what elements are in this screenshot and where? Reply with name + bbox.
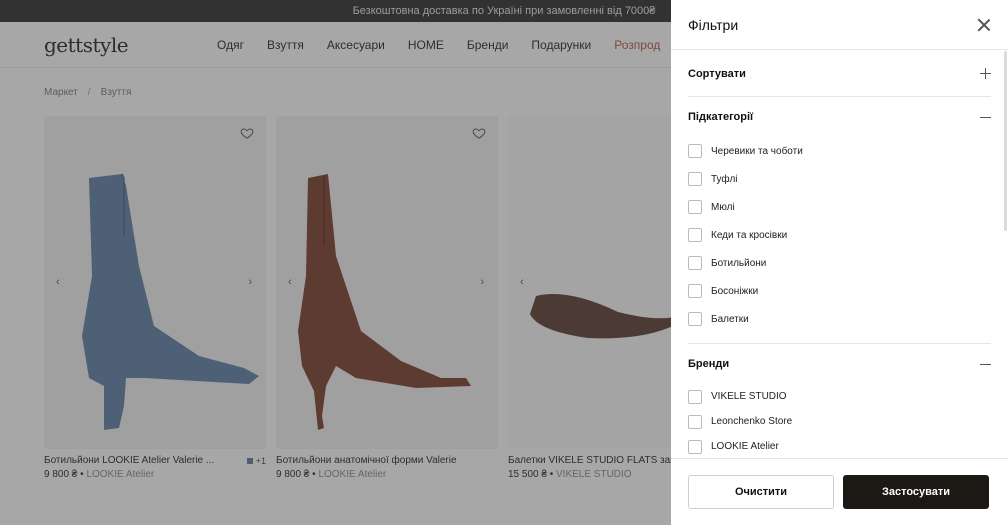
subcategory-option[interactable]: Мюлі xyxy=(688,193,991,221)
checkbox[interactable] xyxy=(688,414,702,429)
brands-toggle[interactable]: Бренди xyxy=(688,344,991,384)
subcategories-toggle[interactable]: Підкатегорії xyxy=(688,97,991,137)
subcategory-option[interactable]: Балетки xyxy=(688,305,991,333)
checkbox[interactable] xyxy=(688,228,702,242)
subcategory-option[interactable]: Туфлі xyxy=(688,165,991,193)
close-icon[interactable] xyxy=(977,18,991,32)
brands-title: Бренди xyxy=(688,358,730,370)
brand-option[interactable]: LOOKIE Atelier xyxy=(688,434,991,458)
option-label[interactable]: Ботильйони xyxy=(711,258,766,269)
checkbox[interactable] xyxy=(688,389,702,404)
checkbox[interactable] xyxy=(688,144,702,158)
option-label[interactable]: Кеди та кросівки xyxy=(711,230,787,241)
drawer-title: Фільтри xyxy=(688,16,739,33)
checkbox[interactable] xyxy=(688,439,702,454)
sort-title: Сортувати xyxy=(688,67,746,80)
option-label[interactable]: Черевики та чоботи xyxy=(711,146,803,157)
filters-drawer: Фільтри Сортувати Підкатегорії Черевики … xyxy=(671,0,1008,525)
checkbox[interactable] xyxy=(688,284,702,298)
subcategories-section: Підкатегорії Черевики та чоботи Туфлі Мю… xyxy=(688,97,991,344)
option-label[interactable]: VIKELE STUDIO xyxy=(711,391,787,402)
option-label[interactable]: Балетки xyxy=(711,314,749,325)
drawer-body: Сортувати Підкатегорії Черевики та чобот… xyxy=(671,51,1008,458)
checkbox[interactable] xyxy=(688,200,702,214)
brand-option[interactable]: VIKELE STUDIO xyxy=(688,384,991,409)
subcategories-title: Підкатегорії xyxy=(688,111,754,123)
subcategory-option[interactable]: Черевики та чоботи xyxy=(688,137,991,165)
option-label[interactable]: Туфлі xyxy=(711,174,738,185)
brand-option[interactable]: Leonchenko Store xyxy=(688,409,991,434)
plus-icon[interactable] xyxy=(980,68,991,79)
checkbox[interactable] xyxy=(688,172,702,186)
option-label[interactable]: LOOKIE Atelier xyxy=(711,441,779,452)
option-label[interactable]: Мюлі xyxy=(711,202,735,213)
subcategory-option[interactable]: Босоніжки xyxy=(688,277,991,305)
option-label[interactable]: Leonchenko Store xyxy=(711,416,792,427)
subcategory-option[interactable]: Ботильйони xyxy=(688,249,991,277)
scrollbar[interactable] xyxy=(1004,51,1007,231)
apply-button[interactable]: Застосувати xyxy=(843,475,989,509)
subcategory-option[interactable]: Кеди та кросівки xyxy=(688,221,991,249)
clear-button[interactable]: Очистити xyxy=(688,475,834,509)
option-label[interactable]: Босоніжки xyxy=(711,286,758,297)
minus-icon[interactable] xyxy=(980,112,991,123)
sort-toggle[interactable]: Сортувати xyxy=(688,51,991,96)
brands-section: Бренди VIKELE STUDIO Leonchenko Store LO… xyxy=(688,344,991,458)
checkbox[interactable] xyxy=(688,312,702,326)
drawer-footer: Очистити Застосувати xyxy=(671,458,1008,525)
sort-section: Сортувати xyxy=(688,51,991,97)
minus-icon[interactable] xyxy=(980,359,991,370)
drawer-header: Фільтри xyxy=(671,0,1008,50)
checkbox[interactable] xyxy=(688,256,702,270)
